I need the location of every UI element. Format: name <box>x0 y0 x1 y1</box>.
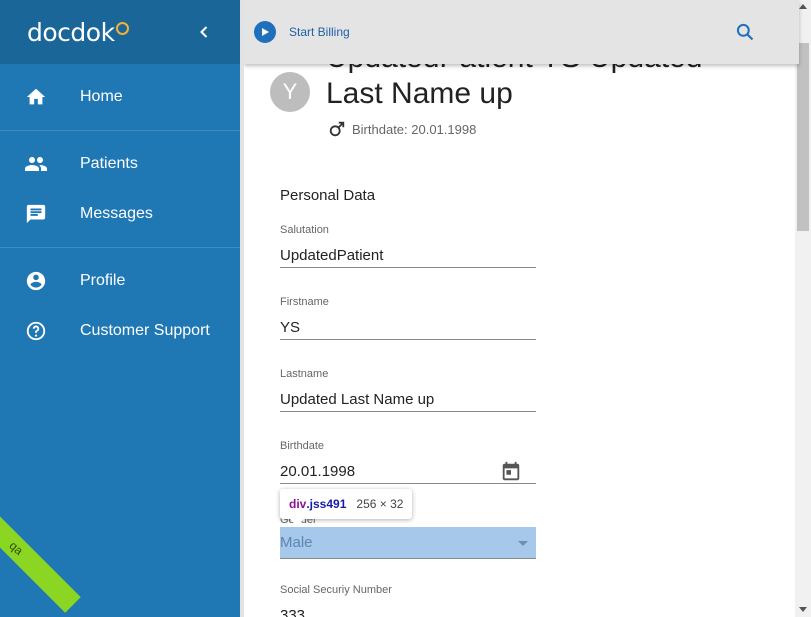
scroll-up-arrow-icon[interactable] <box>799 4 807 9</box>
sidebar-item-profile[interactable]: Profile <box>0 256 240 306</box>
ssn-input[interactable]: 333 <box>280 603 536 617</box>
ssn-field: Social Securiy Number 333 <box>280 584 536 617</box>
dropdown-arrow-icon <box>518 541 528 546</box>
gender-select[interactable]: Male <box>280 527 536 559</box>
chevron-left-icon[interactable] <box>194 22 214 42</box>
sidebar-item-label: Messages <box>80 205 153 222</box>
start-billing-button[interactable]: Start Billing <box>254 21 350 43</box>
sidebar-item-label: Home <box>80 88 123 105</box>
field-label: Lastname <box>280 368 329 380</box>
sidebar-item-label: Patients <box>80 155 138 172</box>
nav-group-communication: Patients Messages <box>0 131 240 248</box>
vertical-scrollbar[interactable] <box>795 0 811 617</box>
people-icon <box>24 152 48 176</box>
scroll-down-arrow-icon[interactable] <box>799 607 807 612</box>
lastname-field: Lastname Updated Last Name up <box>280 368 536 412</box>
play-icon <box>254 21 276 43</box>
sidebar-item-label: Profile <box>80 272 126 289</box>
main-panel: Y UpdatedPatient YS Updated Last Name up… <box>240 0 811 617</box>
environment-badge: qa <box>0 505 81 613</box>
patient-detail: Y UpdatedPatient YS Updated Last Name up… <box>244 0 799 617</box>
section-title: Personal Data <box>280 187 376 204</box>
help-circle-icon <box>24 319 48 343</box>
nav-group-main: Home <box>0 64 240 131</box>
calendar-icon[interactable] <box>500 461 522 483</box>
field-label: Social Securiy Number <box>280 584 392 596</box>
message-icon <box>24 202 48 226</box>
birthdate-field: Birthdate 20.01.1998 <box>280 440 536 484</box>
avatar: Y <box>270 72 310 112</box>
salutation-field: Salutation UpdatedPatient <box>280 224 536 268</box>
sidebar-item-patients[interactable]: Patients <box>0 139 240 189</box>
sidebar-item-customer-support[interactable]: Customer Support <box>0 306 240 356</box>
logo: docdok <box>27 18 129 47</box>
salutation-input[interactable]: UpdatedPatient <box>280 243 536 268</box>
account-circle-icon <box>24 269 48 293</box>
home-icon <box>24 85 48 109</box>
field-label: Salutation <box>280 224 329 236</box>
sidebar: docdok Home Patients Messages Profile Cu… <box>0 0 240 617</box>
lastname-input[interactable]: Updated Last Name up <box>280 387 536 412</box>
sidebar-item-label: Customer Support <box>80 322 210 339</box>
firstname-input[interactable]: YS <box>280 315 536 340</box>
scroll-thumb[interactable] <box>797 43 809 231</box>
field-label: Firstname <box>280 296 329 308</box>
top-app-bar: Start Billing <box>244 0 799 64</box>
sidebar-item-home[interactable]: Home <box>0 72 240 122</box>
brand-bar: docdok <box>0 0 240 64</box>
firstname-field: Firstname YS <box>280 296 536 340</box>
birthdate-summary: Birthdate: 20.01.1998 <box>328 120 476 138</box>
devtools-element-tooltip: div .jss491 256 × 32 <box>280 489 413 526</box>
birthdate-input[interactable]: 20.01.1998 <box>280 459 536 484</box>
male-icon <box>329 121 345 137</box>
sidebar-item-messages[interactable]: Messages <box>0 189 240 239</box>
search-icon[interactable] <box>735 22 755 42</box>
nav-group-account: Profile Customer Support <box>0 248 240 364</box>
field-label: Birthdate <box>280 440 325 452</box>
